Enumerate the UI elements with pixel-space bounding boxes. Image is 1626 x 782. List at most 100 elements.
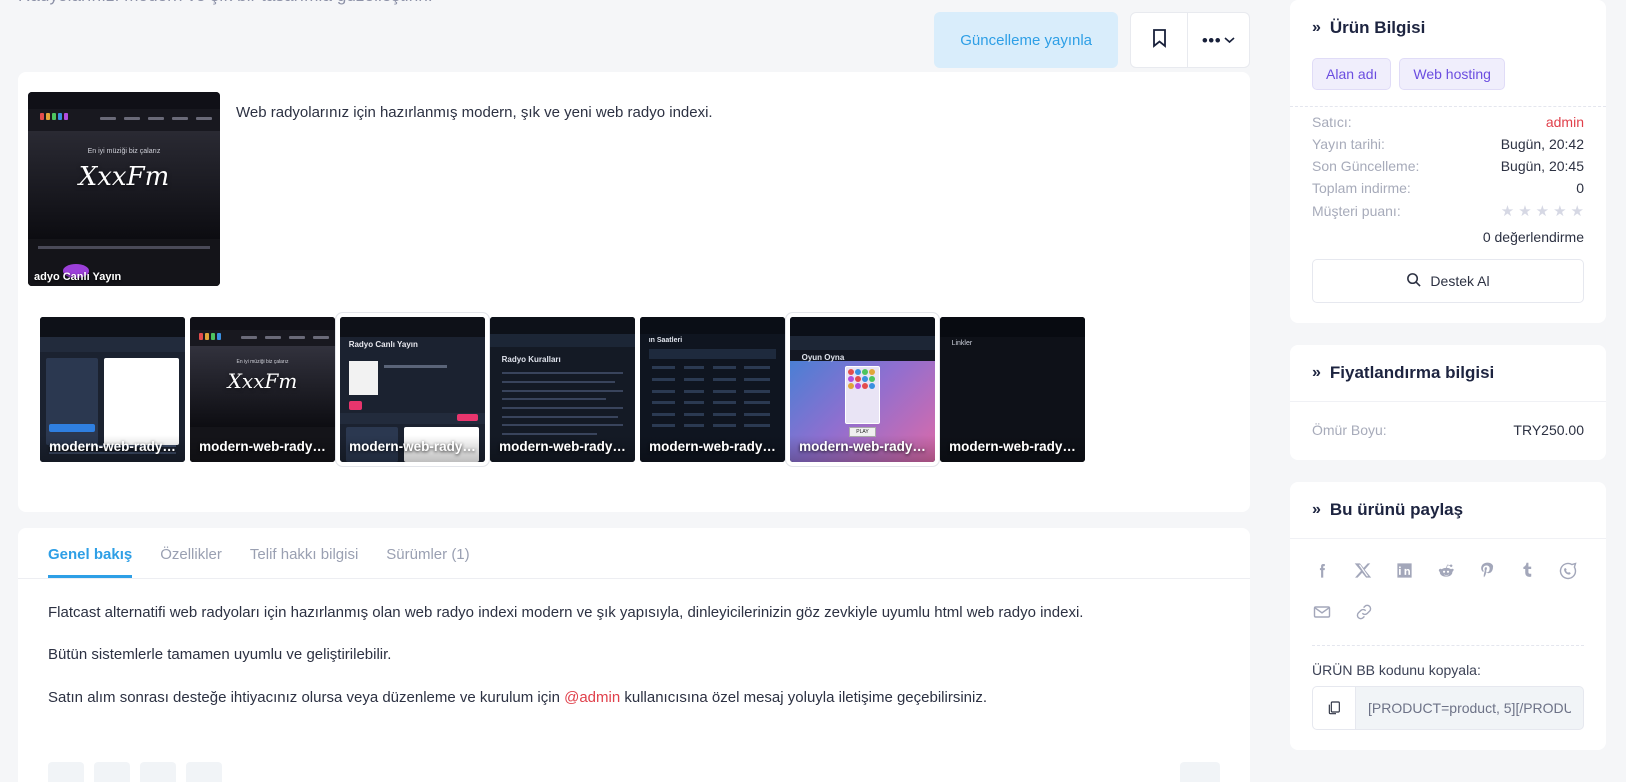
thumbnail-label: modern-web-rady… <box>790 435 935 462</box>
thumbnail-label: modern-web-rady… <box>40 435 185 462</box>
info-row-last-update: Son Güncelleme: Bugün, 20:45 <box>1312 155 1584 177</box>
info-key: Müşteri puanı: <box>1312 203 1401 219</box>
search-icon <box>1406 272 1422 290</box>
tab-telif-hakki-bilgisi[interactable]: Telif hakkı bilgisi <box>250 546 358 578</box>
reddit-icon[interactable] <box>1436 561 1456 586</box>
bb-code-input[interactable] <box>1356 686 1584 730</box>
facebook-icon[interactable] <box>1312 561 1332 586</box>
hero-row: En iyi müziği biz çalarız XxxFm adyo Can… <box>18 72 1250 286</box>
thumbnail-3-title: Radyo Canlı Yayın <box>348 340 418 350</box>
product-info-card: » Ürün Bilgisi Alan adı Web hosting Satı… <box>1290 0 1606 323</box>
hero-image[interactable]: En iyi müziği biz çalarız XxxFm adyo Can… <box>28 92 220 286</box>
star-rating[interactable]: ★ ★ ★ ★ ★ <box>1501 202 1584 220</box>
info-key: Satıcı: <box>1312 114 1352 130</box>
overview-content: Flatcast alternatifi web radyoları için … <box>18 579 1250 708</box>
thumbnail-1[interactable]: modern-web-rady… <box>40 317 185 462</box>
hero-image-mock: En iyi müziği biz çalarız XxxFm <box>28 92 220 286</box>
product-toolbar: Güncelleme yayınla ••• <box>934 12 1250 68</box>
thumbnail-3[interactable]: Radyo Canlı Yayın modern-web-rady… <box>340 317 485 462</box>
email-icon[interactable] <box>1312 602 1332 627</box>
overview-paragraph-1: Flatcast alternatifi web radyoları için … <box>48 604 1084 621</box>
review-count: 0 değerlendirme <box>1482 229 1584 245</box>
publish-update-button[interactable]: Güncelleme yayınla <box>934 12 1118 68</box>
price-key: Ömür Boyu: <box>1312 422 1387 438</box>
info-row-seller: Satıcı: admin <box>1312 111 1584 133</box>
bookmark-button[interactable] <box>1130 12 1188 68</box>
thumbnail-label: modern-web-rady… <box>490 435 635 462</box>
thumbnail-6[interactable]: Oyun Oyna PLAY modern-web-rady… <box>790 317 935 462</box>
price-row-lifetime: Ömür Boyu: TRY250.00 <box>1312 416 1584 440</box>
link-icon[interactable] <box>1354 602 1374 627</box>
thumbnail-label: modern-web-rady… <box>940 435 1085 462</box>
thumbnail-7[interactable]: Linkler modern-web-rady… <box>940 317 1085 462</box>
star-icon[interactable]: ★ <box>1518 202 1531 220</box>
tumblr-icon[interactable] <box>1519 561 1536 586</box>
get-support-button[interactable]: Destek Al <box>1312 259 1584 303</box>
product-info-title: Ürün Bilgisi <box>1329 18 1426 37</box>
chevron-double-right-icon: » <box>1312 364 1321 381</box>
ellipsis-icon: ••• <box>1201 30 1222 50</box>
tag-chip-1[interactable] <box>48 762 84 782</box>
info-key: Toplam indirme: <box>1312 180 1411 196</box>
pricing-header: » Fiyatlandırma bilgisi <box>1290 345 1606 401</box>
share-card: » Bu ürünü paylaş ÜRÜN BB kodunu kopyala… <box>1290 482 1606 750</box>
thumbnail-5[interactable]: ın Saatleri modern-web-rady… <box>640 317 785 462</box>
product-badges: Alan adı Web hosting <box>1290 56 1606 107</box>
tab-surumler[interactable]: Sürümler (1) <box>386 546 469 578</box>
thumbnail-5-title: ın Saatleri <box>648 337 683 345</box>
hero-caption: adyo Canlı Yayın <box>34 271 122 283</box>
pinterest-icon[interactable] <box>1478 561 1497 586</box>
share-body: ÜRÜN BB kodunu kopyala: <box>1290 538 1606 750</box>
bb-code-label: ÜRÜN BB kodunu kopyala: <box>1312 662 1481 678</box>
tag-chip-2[interactable] <box>93 762 130 782</box>
linkedin-icon[interactable] <box>1395 561 1414 586</box>
product-page: Radyolarınızı modern ve şık bir tasarıml… <box>0 0 1626 782</box>
thumbnail-2[interactable]: En iyi müziği biz çalarız XxxFm modern-w… <box>190 317 335 462</box>
overview-paragraph-3: Satın alım sonrası desteğe ihtiyacınız o… <box>48 688 1220 708</box>
thumbnail-label: modern-web-rady… <box>340 435 485 462</box>
product-short-description: Web radyolarınız için hazırlanmış modern… <box>236 104 713 121</box>
star-icon[interactable]: ★ <box>1501 202 1514 220</box>
more-options-button[interactable]: ••• <box>1188 12 1250 68</box>
bottom-right-action-button[interactable] <box>1180 762 1220 782</box>
badge-alan-adi[interactable]: Alan adı <box>1312 58 1392 90</box>
thumbnail-label: modern-web-rady… <box>190 435 335 462</box>
thumbnail-4-title: Radyo Kuralları <box>501 354 561 364</box>
info-key: Son Güncelleme: <box>1312 158 1420 174</box>
seller-link[interactable]: admin <box>1546 114 1584 130</box>
info-value: Bugün, 20:42 <box>1500 136 1584 152</box>
whatsapp-icon[interactable] <box>1558 561 1578 586</box>
p3-before: Satın alım sonrası desteğe ihtiyacınız o… <box>48 688 565 706</box>
get-support-label: Destek Al <box>1430 273 1490 289</box>
tag-chip-3[interactable] <box>139 762 176 782</box>
thumbnail-6-title: Oyun Oyna <box>801 353 845 363</box>
star-icon[interactable]: ★ <box>1571 202 1584 220</box>
share-header: » Bu ürünü paylaş <box>1290 482 1606 538</box>
tag-chip-row <box>48 762 222 782</box>
game-board-icon <box>845 366 880 425</box>
chevron-double-right-icon: » <box>1312 19 1321 36</box>
star-icon[interactable]: ★ <box>1536 202 1549 220</box>
media-card: En iyi müziği biz çalarız XxxFm adyo Can… <box>18 72 1250 512</box>
sidebar: » Ürün Bilgisi Alan adı Web hosting Satı… <box>1270 0 1626 782</box>
pricing-body: Ömür Boyu: TRY250.00 <box>1290 401 1606 460</box>
thumbnail-strip: modern-web-rady… En iyi müziği biz çalar… <box>40 317 1085 462</box>
tag-chip-4[interactable] <box>185 762 222 782</box>
share-title: Bu ürünü paylaş <box>1329 500 1464 519</box>
tab-ozellikler[interactable]: Özellikler <box>160 546 222 578</box>
product-info-header: » Ürün Bilgisi <box>1290 0 1606 56</box>
info-value: Bugün, 20:45 <box>1500 158 1584 174</box>
x-twitter-icon[interactable] <box>1354 561 1373 586</box>
info-row-publish-date: Yayın tarihi: Bugün, 20:42 <box>1312 133 1584 155</box>
info-row-customer-rating: Müşteri puanı: ★ ★ ★ ★ ★ <box>1312 199 1584 223</box>
copy-icon[interactable] <box>1312 686 1356 730</box>
description-card: Genel bakış Özellikler Telif hakkı bilgi… <box>18 528 1250 782</box>
badge-web-hosting[interactable]: Web hosting <box>1399 58 1505 90</box>
main-column: Güncelleme yayınla ••• En iyi müziği biz… <box>18 0 1250 782</box>
info-row-total-downloads: Toplam indirme: 0 <box>1312 177 1584 199</box>
info-key: Yayın tarihi: <box>1312 136 1385 152</box>
star-icon[interactable]: ★ <box>1553 202 1566 220</box>
thumbnail-4[interactable]: Radyo Kuralları modern-web-rady… <box>490 317 635 462</box>
tab-genel-bakis[interactable]: Genel bakış <box>48 546 133 578</box>
admin-mention-link[interactable]: @admin <box>564 689 620 706</box>
